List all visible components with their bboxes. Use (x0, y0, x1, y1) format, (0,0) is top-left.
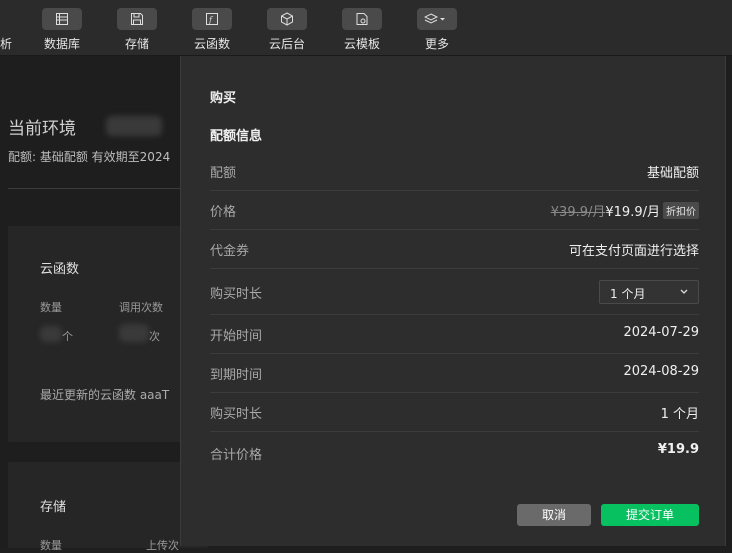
toolbar-item-more[interactable]: 更多 (407, 8, 467, 52)
svg-text:f: f (208, 16, 214, 25)
discount-badge: 折扣价 (663, 202, 699, 219)
section-title: 配额信息 (210, 129, 263, 144)
env-quota: 配额: 基础配额 有效期至2024 (8, 150, 171, 164)
discount-price: ¥19.9/月 (605, 205, 660, 220)
save-icon (117, 8, 157, 30)
card-title: 存储 (40, 500, 67, 515)
layers-icon (417, 8, 457, 30)
original-price: ¥39.9/月 (550, 205, 606, 220)
right-edge (726, 56, 732, 548)
row-label: 合计价格 (210, 448, 263, 463)
row-value: 2024-07-29 (623, 325, 699, 340)
total-row: 合计价格 ¥19.9 (210, 442, 699, 472)
toolbar-item-templates[interactable]: 云模板 (332, 8, 392, 52)
start-row: 开始时间 2024-07-29 (210, 325, 699, 354)
price-value: ¥39.9/月¥19.9/月 折扣价 (551, 201, 699, 220)
toolbar-item-partial[interactable]: 析 (0, 35, 12, 52)
row-label: 购买时长 (210, 287, 263, 302)
toolbar-label: 云模板 (343, 37, 380, 51)
recent-functions: 最近更新的云函数 aaaT (40, 388, 170, 402)
toolbar: 析 数据库 存储 f 云函数 云后台 云模板 更多 (0, 0, 732, 56)
duration-row: 购买时长 1 个月 (210, 403, 699, 432)
count-unit: 个 (62, 330, 73, 343)
price-row: 价格 ¥39.9/月¥19.9/月 折扣价 (210, 201, 699, 230)
dialog-title: 购买 (210, 91, 237, 106)
calls-blurred (119, 324, 149, 342)
duration-select[interactable]: 1 个月 (599, 280, 699, 304)
count-label: 数量 (40, 539, 62, 552)
submit-order-button[interactable]: 提交订单 (601, 504, 699, 526)
end-row: 到期时间 2024-08-29 (210, 364, 699, 393)
toolbar-label: 存储 (124, 37, 149, 51)
toolbar-item-functions[interactable]: f 云函数 (182, 8, 242, 52)
count-blurred (40, 326, 62, 342)
database-icon (42, 8, 82, 30)
row-label: 购买时长 (210, 407, 263, 422)
upload-label: 上传次 (146, 539, 179, 552)
row-label: 到期时间 (210, 368, 263, 383)
template-icon (342, 8, 382, 30)
storage-card: 存储 数量 上传次 (8, 462, 208, 552)
row-value: 基础配额 (646, 166, 699, 181)
env-title: 当前环境 (8, 119, 76, 139)
calls-unit: 次 (149, 330, 160, 343)
cube-icon (267, 8, 307, 30)
row-label: 配额 (210, 166, 237, 181)
row-value: 1 个月 (660, 407, 699, 422)
row-value: 2024-08-29 (623, 364, 699, 379)
total-price: ¥19.9 (657, 442, 699, 457)
quota-row: 配额 基础配额 (210, 162, 699, 191)
functions-card: 云函数 数量 调用次数 个 次 最近更新的云函数 aaaT (8, 226, 208, 442)
toolbar-item-backend[interactable]: 云后台 (257, 8, 317, 52)
purchase-dialog: 购买 配额信息 配额 基础配额 价格 ¥39.9/月¥19.9/月 折扣价 代金券… (180, 56, 726, 546)
chevron-down-icon (680, 289, 688, 294)
toolbar-label: 数据库 (43, 37, 80, 51)
toolbar-label: 更多 (424, 37, 449, 51)
row-label: 价格 (210, 205, 237, 220)
cancel-button[interactable]: 取消 (517, 504, 591, 526)
select-value: 1 个月 (610, 287, 646, 301)
toolbar-label: 云函数 (193, 37, 230, 51)
env-name-blurred (106, 116, 162, 136)
toolbar-item-database[interactable]: 数据库 (32, 8, 92, 52)
toolbar-item-storage[interactable]: 存储 (107, 8, 167, 52)
card-title: 云函数 (40, 262, 80, 277)
duration-select-row: 购买时长 1 个月 (210, 280, 699, 315)
voucher-row: 代金券 可在支付页面进行选择 (210, 240, 699, 269)
function-icon: f (192, 8, 232, 30)
count-label: 数量 (40, 301, 62, 314)
toolbar-label: 云后台 (268, 37, 305, 51)
divider (8, 188, 188, 189)
calls-label: 调用次数 (119, 301, 163, 314)
row-value: 可在支付页面进行选择 (568, 244, 699, 259)
row-label: 开始时间 (210, 329, 263, 344)
row-label: 代金券 (210, 244, 250, 259)
